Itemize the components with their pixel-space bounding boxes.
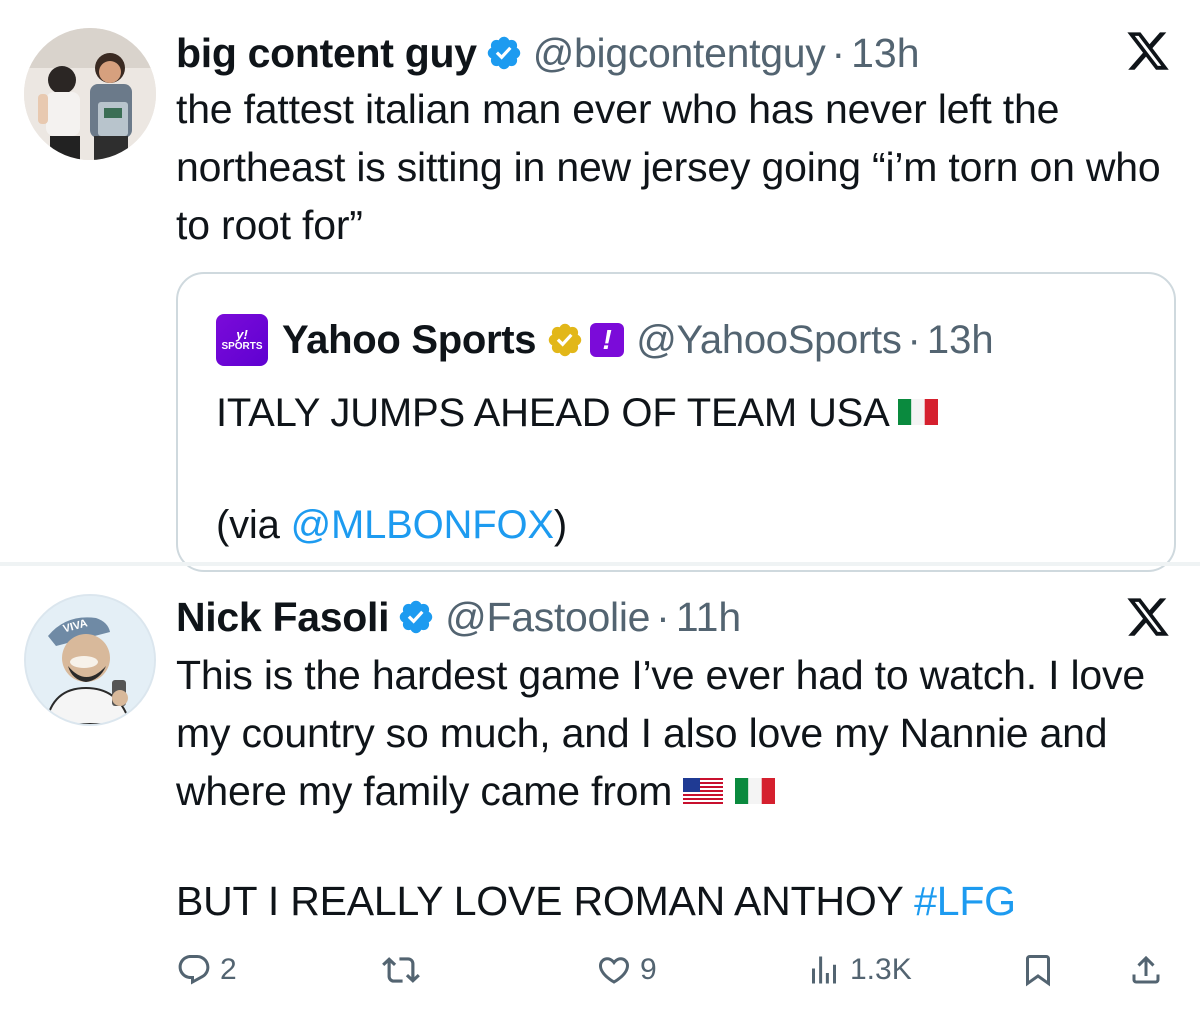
author-name[interactable]: big content guy <box>176 30 477 77</box>
separator-dot: · <box>907 317 921 362</box>
gold-verified-icon <box>548 323 582 357</box>
reply-button[interactable]: 2 <box>176 945 237 995</box>
retweet-button[interactable] <box>382 945 428 995</box>
like-count: 9 <box>640 953 657 986</box>
author-handle[interactable]: @Fastoolie <box>445 594 650 641</box>
timestamp[interactable]: 11h <box>676 594 741 641</box>
italy-flag-icon <box>734 778 775 805</box>
affiliate-badge: ! <box>590 323 625 357</box>
quote-via: (via @MLBONFOX) <box>216 496 567 554</box>
x-logo-icon <box>1127 598 1169 636</box>
share-button[interactable] <box>1128 945 1164 995</box>
share-icon <box>1132 955 1160 984</box>
bookmark-icon <box>1026 955 1050 987</box>
tweet-text-content: This is the hardest game I’ve ever had t… <box>176 652 1145 814</box>
quote-text-content: ITALY JUMPS AHEAD OF TEAM USA <box>216 391 888 435</box>
tweet-text: This is the hardest game I’ve ever had t… <box>176 646 1176 820</box>
quote-timestamp[interactable]: 13h <box>927 318 994 363</box>
avatar[interactable]: VIVA <box>24 594 156 726</box>
verified-badge-icon <box>487 36 520 70</box>
yahoo-sports-logo[interactable]: y! SPORTS <box>216 314 268 366</box>
author-name[interactable]: Nick Fasoli <box>176 594 389 641</box>
reply-icon <box>178 955 210 985</box>
quote-author-handle[interactable]: @YahooSports <box>636 318 902 363</box>
quoted-tweet[interactable]: y! SPORTS Yahoo Sports ! @YahooSports · … <box>176 272 1176 572</box>
tweet-header: big content guy @bigcontentguy · 13h <box>176 26 920 80</box>
avatar-image: VIVA <box>26 596 154 724</box>
retweet-icon <box>382 957 420 983</box>
separator-dot: · <box>656 593 670 640</box>
avatar-image <box>24 28 156 160</box>
quote-author-name[interactable]: Yahoo Sports <box>282 318 537 363</box>
avatar[interactable] <box>24 28 156 160</box>
via-mention-link[interactable]: @MLBONFOX <box>291 503 554 547</box>
views-count: 1.3K <box>850 953 912 986</box>
tweet-header: Nick Fasoli @Fastoolie · 11h <box>176 590 741 644</box>
separator-dot: · <box>831 29 846 76</box>
quote-header: y! SPORTS Yahoo Sports ! @YahooSports · … <box>216 312 994 368</box>
like-button[interactable]: 9 <box>596 945 657 995</box>
bookmark-button[interactable] <box>1020 945 1056 995</box>
hashtag-link[interactable]: #LFG <box>914 878 1016 924</box>
italy-flag-icon <box>898 399 939 426</box>
reply-count: 2 <box>220 953 237 986</box>
via-suffix: ) <box>553 503 567 547</box>
tweet-text-content: BUT I REALLY LOVE ROMAN ANTHOY <box>176 878 915 924</box>
logo-text-bottom: SPORTS <box>221 341 263 352</box>
author-handle[interactable]: @bigcontentguy <box>533 30 826 77</box>
views-icon <box>812 956 836 984</box>
tweet-text: the fattest italian man ever who has nev… <box>176 86 1161 248</box>
verified-badge-icon <box>399 600 433 634</box>
quote-text: ITALY JUMPS AHEAD OF TEAM USA <box>216 384 1136 442</box>
logo-text-top: y! <box>236 327 248 342</box>
via-prefix: (via <box>216 503 291 547</box>
views-button[interactable]: 1.3K <box>806 945 912 995</box>
like-icon <box>598 957 630 984</box>
tweet-text-line: BUT I REALLY LOVE ROMAN ANTHOY #LFG <box>176 872 1176 930</box>
timestamp[interactable]: 13h <box>851 30 919 77</box>
us-flag-icon <box>683 778 724 805</box>
action-bar: 2 9 1.3K <box>176 945 1172 995</box>
tweet-1[interactable]: big content guy @bigcontentguy · 13h the… <box>0 0 1200 572</box>
x-logo-icon <box>1127 32 1169 70</box>
